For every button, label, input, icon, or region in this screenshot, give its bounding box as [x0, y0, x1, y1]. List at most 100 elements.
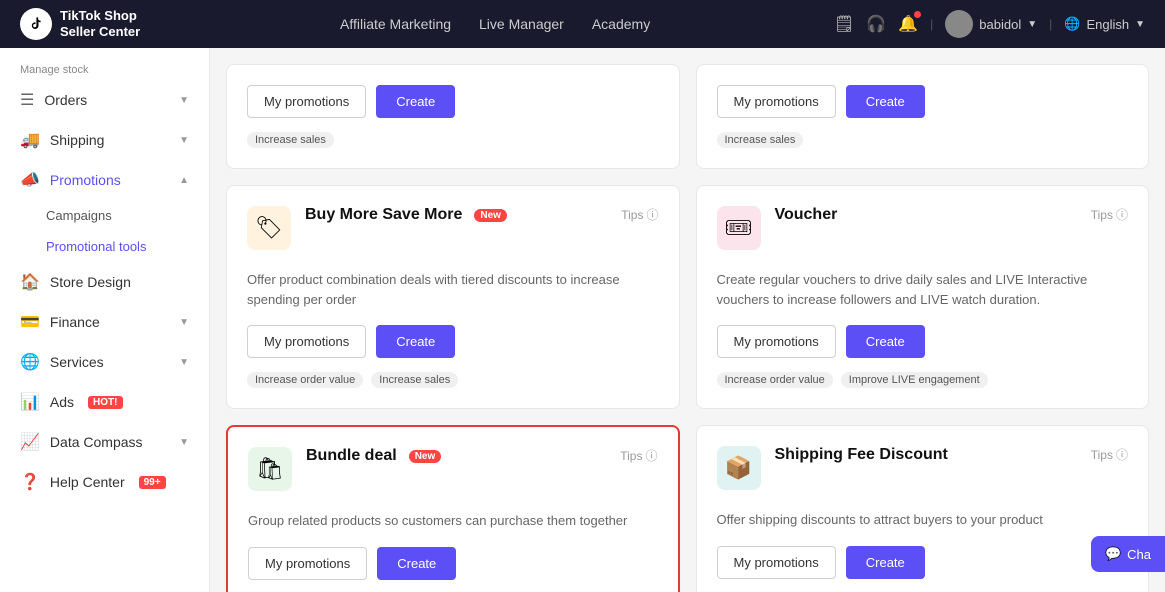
- card-voucher-actions: My promotions Create: [717, 325, 1129, 358]
- card-shipping-my-promotions-button[interactable]: My promotions: [717, 546, 836, 579]
- card-shipping-header: 📦 Shipping Fee Discount: [717, 446, 948, 490]
- card-voucher: 🎟 Voucher Tips ⓘ Create regular vouchers…: [696, 185, 1150, 409]
- card-voucher-header: 🎟 Voucher: [717, 206, 838, 250]
- sidebar-item-help-center[interactable]: ❓ Help Center 99+: [0, 462, 209, 502]
- card-bundle-create-button[interactable]: Create: [377, 547, 456, 580]
- sidebar-label-data-compass: Data Compass: [50, 434, 143, 450]
- orders-icon: ☰: [20, 90, 34, 110]
- finance-icon: 💳: [20, 312, 40, 332]
- data-compass-icon: 📈: [20, 432, 40, 452]
- sidebar: Manage stock ☰ Orders ▼ 🚚 Shipping ▼ 📣 P…: [0, 48, 210, 592]
- language-dropdown-arrow: ▼: [1135, 19, 1145, 30]
- document-icon[interactable]: 🗒: [834, 14, 854, 34]
- top-left-my-promotions-button[interactable]: My promotions: [247, 85, 366, 118]
- chat-label: Cha: [1127, 547, 1151, 562]
- card-voucher-top-row: 🎟 Voucher Tips ⓘ: [717, 206, 1129, 262]
- top-left-tag: Increase sales: [247, 132, 334, 148]
- card-partial-left: My promotions Create Increase sales: [226, 64, 680, 169]
- card-bmsm-my-promotions-button[interactable]: My promotions: [247, 325, 366, 358]
- sidebar-item-data-compass[interactable]: 📈 Data Compass ▼: [0, 422, 209, 462]
- sidebar-sub-campaigns[interactable]: Campaigns: [46, 200, 209, 231]
- help-center-icon: ❓: [20, 472, 40, 492]
- card-bundle-title-area: Bundle deal New: [306, 447, 441, 465]
- promotions-arrow: ▲: [179, 175, 189, 186]
- sidebar-sub-promotional-tools[interactable]: Promotional tools: [46, 231, 209, 262]
- main-content: My promotions Create Increase sales My p…: [210, 48, 1165, 592]
- card-voucher-tag-0: Increase order value: [717, 372, 833, 388]
- card-bmsm-create-button[interactable]: Create: [376, 325, 455, 358]
- avatar: [945, 10, 973, 38]
- ads-icon: 📊: [20, 392, 40, 412]
- card-bmsm-icon: 🏷: [247, 206, 291, 250]
- card-bmsm-tips[interactable]: Tips ⓘ: [621, 206, 658, 223]
- services-arrow: ▼: [179, 357, 189, 368]
- sidebar-label-finance: Finance: [50, 314, 100, 330]
- sidebar-item-finance[interactable]: 💳 Finance ▼: [0, 302, 209, 342]
- card-bundle-desc: Group related products so customers can …: [248, 511, 658, 531]
- card-shipping-tips[interactable]: Tips ⓘ: [1091, 446, 1128, 463]
- top-left-card-actions: My promotions Create: [247, 85, 659, 118]
- card-shipping-title-area: Shipping Fee Discount: [775, 446, 948, 464]
- card-bundle-deal: 🛍 Bundle deal New Tips ⓘ Group relate: [226, 425, 680, 592]
- card-voucher-tag-1: Improve LIVE engagement: [841, 372, 988, 388]
- card-buy-more-save-more: 🏷 Buy More Save More New Tips ⓘ Offer: [226, 185, 680, 409]
- logo-icon: [20, 8, 52, 40]
- card-voucher-title: Voucher: [775, 206, 838, 224]
- nav-academy[interactable]: Academy: [592, 16, 650, 32]
- language-selector[interactable]: 🌐 English ▼: [1064, 16, 1145, 32]
- main-nav: Affiliate Marketing Live Manager Academy: [188, 16, 802, 32]
- card-bmsm-top-row: 🏷 Buy More Save More New Tips ⓘ: [247, 206, 659, 262]
- card-bundle-actions: My promotions Create: [248, 547, 658, 580]
- card-shipping-fee-discount: 📦 Shipping Fee Discount Tips ⓘ Offer shi…: [696, 425, 1150, 592]
- sidebar-label-help-center: Help Center: [50, 474, 125, 490]
- card-bmsm-tags: Increase order value Increase sales: [247, 372, 659, 388]
- sidebar-item-store-design[interactable]: 🏠 Store Design: [0, 262, 209, 302]
- notification-dot: [914, 11, 921, 18]
- card-voucher-tips[interactable]: Tips ⓘ: [1091, 206, 1128, 223]
- card-bmsm-title-area: Buy More Save More New: [305, 206, 507, 224]
- card-shipping-icon: 📦: [717, 446, 761, 490]
- card-bundle-tips[interactable]: Tips ⓘ: [620, 447, 657, 464]
- orders-arrow: ▼: [179, 95, 189, 106]
- user-menu[interactable]: babidol ▼: [945, 10, 1037, 38]
- card-shipping-actions: My promotions Create: [717, 546, 1129, 579]
- store-design-icon: 🏠: [20, 272, 40, 292]
- card-bundle-top-row: 🛍 Bundle deal New Tips ⓘ: [248, 447, 658, 503]
- voucher-tips-info-icon: ⓘ: [1116, 206, 1128, 223]
- logo-text: TikTok Shop Seller Center: [60, 8, 140, 39]
- card-voucher-title-area: Voucher: [775, 206, 838, 224]
- nav-live-manager[interactable]: Live Manager: [479, 16, 564, 32]
- header: TikTok Shop Seller Center Affiliate Mark…: [0, 0, 1165, 48]
- headset-icon[interactable]: 🎧: [866, 14, 886, 34]
- card-bundle-my-promotions-button[interactable]: My promotions: [248, 547, 367, 580]
- sidebar-item-shipping[interactable]: 🚚 Shipping ▼: [0, 120, 209, 160]
- shipping-arrow: ▼: [179, 135, 189, 146]
- sidebar-item-services[interactable]: 🌐 Services ▼: [0, 342, 209, 382]
- card-shipping-create-button[interactable]: Create: [846, 546, 925, 579]
- top-left-card-tags: Increase sales: [247, 132, 659, 148]
- data-compass-arrow: ▼: [179, 437, 189, 448]
- notification-bell[interactable]: 🔔: [898, 14, 918, 34]
- shipping-tips-info-icon: ⓘ: [1116, 446, 1128, 463]
- card-bundle-new-badge: New: [409, 450, 442, 463]
- chat-widget[interactable]: 💬 Cha: [1091, 536, 1165, 572]
- ads-hot-badge: HOT!: [88, 396, 122, 409]
- top-right-create-button[interactable]: Create: [846, 85, 925, 118]
- card-voucher-my-promotions-button[interactable]: My promotions: [717, 325, 836, 358]
- nav-affiliate-marketing[interactable]: Affiliate Marketing: [340, 16, 451, 32]
- sidebar-item-ads[interactable]: 📊 Ads HOT!: [0, 382, 209, 422]
- sidebar-item-orders[interactable]: ☰ Orders ▼: [0, 80, 209, 120]
- sidebar-item-promotions[interactable]: 📣 Promotions ▲: [0, 160, 209, 200]
- card-bmsm-tag-1: Increase sales: [371, 372, 458, 388]
- card-voucher-create-button[interactable]: Create: [846, 325, 925, 358]
- manage-stock-label: Manage stock: [0, 56, 209, 80]
- card-bmsm-title: Buy More Save More New: [305, 206, 507, 224]
- main-cards-grid: 🏷 Buy More Save More New Tips ⓘ Offer: [226, 185, 1149, 592]
- card-voucher-tags: Increase order value Improve LIVE engage…: [717, 372, 1129, 388]
- sidebar-label-services: Services: [50, 354, 104, 370]
- card-bundle-title: Bundle deal New: [306, 447, 441, 465]
- sidebar-label-shipping: Shipping: [50, 132, 105, 148]
- top-right-my-promotions-button[interactable]: My promotions: [717, 85, 836, 118]
- top-left-create-button[interactable]: Create: [376, 85, 455, 118]
- promotions-icon: 📣: [20, 170, 40, 190]
